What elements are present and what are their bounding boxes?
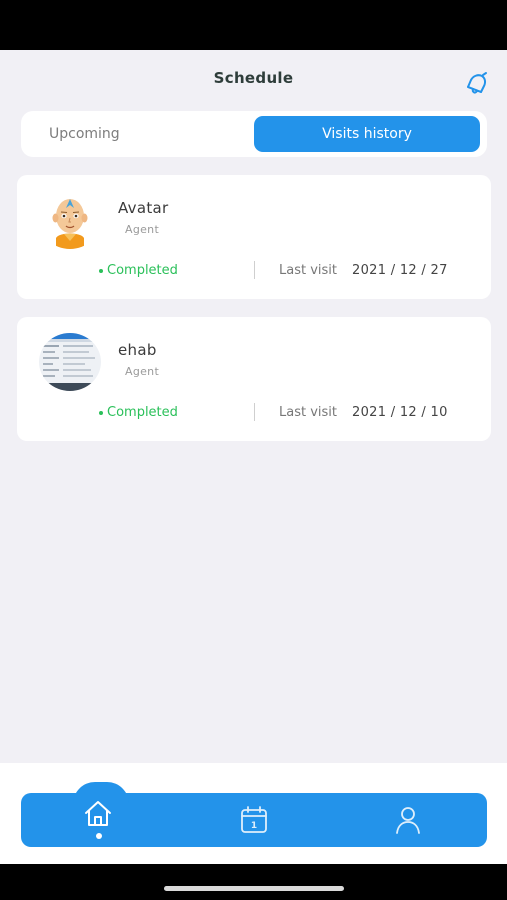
agent-role: Agent xyxy=(125,223,160,236)
agent-name: ehab xyxy=(118,341,157,359)
divider xyxy=(254,261,255,279)
home-icon[interactable] xyxy=(81,797,115,831)
home-indicator[interactable] xyxy=(164,886,344,891)
calendar-icon[interactable]: 1 xyxy=(237,803,271,837)
status-text: Completed xyxy=(107,405,178,420)
avatar xyxy=(39,333,101,391)
status-dot-icon xyxy=(99,410,103,415)
visit-card[interactable]: Avatar Agent Completed Last visit 2021 /… xyxy=(17,175,491,299)
bell-icon[interactable] xyxy=(462,71,490,97)
active-indicator xyxy=(96,833,102,839)
calendar-day-text: 1 xyxy=(251,821,257,831)
tab-switcher: Upcoming Visits history xyxy=(21,111,487,157)
tab-upcoming[interactable]: Upcoming xyxy=(27,116,253,152)
tab-visits-history[interactable]: Visits history xyxy=(254,116,480,152)
status-badge: Completed xyxy=(99,405,178,420)
bottom-nav: 1 xyxy=(21,782,487,847)
agent-role: Agent xyxy=(125,365,160,378)
profile-icon[interactable] xyxy=(391,803,425,837)
divider xyxy=(254,403,255,421)
last-visit-date: 2021 / 12 / 27 xyxy=(352,263,448,278)
page-title: Schedule xyxy=(213,69,294,87)
status-dot-icon xyxy=(99,268,103,273)
status-text: Completed xyxy=(107,263,178,278)
home-indicator-area xyxy=(0,864,507,900)
last-visit-label: Last visit xyxy=(279,263,337,278)
visit-card[interactable]: ehab Agent Completed Last visit 2021 / 1… xyxy=(17,317,491,441)
avatar xyxy=(39,191,101,249)
schedule-screen: Schedule Upcoming Visits history Avatar … xyxy=(0,50,507,864)
status-badge: Completed xyxy=(99,263,178,278)
last-visit-label: Last visit xyxy=(279,405,337,420)
agent-name: Avatar xyxy=(118,199,169,217)
status-bar xyxy=(0,0,507,50)
last-visit-date: 2021 / 12 / 10 xyxy=(352,405,448,420)
